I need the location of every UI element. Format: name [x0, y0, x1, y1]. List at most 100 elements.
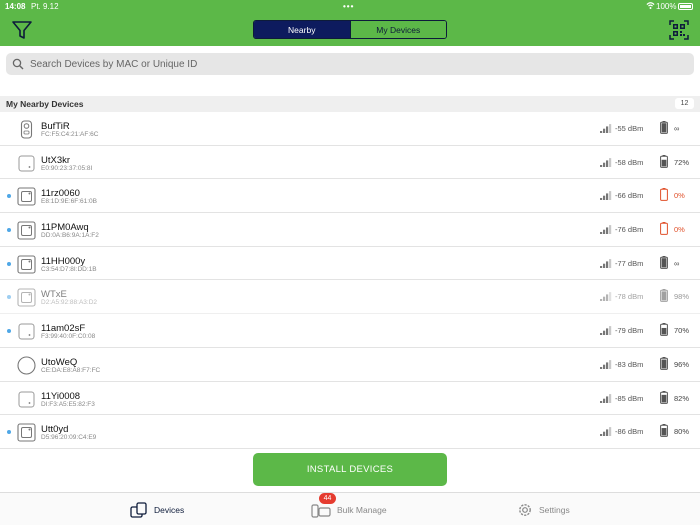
- signal-strength-icon: [600, 191, 612, 201]
- battery-icon: [660, 323, 668, 337]
- bottom-tab-bar: Devices 44 Bulk Manage Settings: [0, 492, 700, 525]
- battery-icon: [660, 222, 668, 235]
- device-mac: DI:F3:A5:E5:82:F3: [41, 400, 95, 408]
- battery-value: 70%: [674, 326, 690, 336]
- tab-nearby[interactable]: Nearby: [254, 21, 350, 38]
- tab-devices[interactable]: Devices: [130, 499, 184, 521]
- square-device-icon: [18, 155, 35, 172]
- unread-dot: [7, 329, 11, 334]
- signal-strength-icon: [600, 393, 612, 403]
- boxed-device-icon: [17, 288, 36, 307]
- battery-icon: [660, 390, 668, 404]
- qr-scan-icon[interactable]: [669, 20, 689, 40]
- device-row[interactable]: 11am02sF F3:99:40:0F:C0:08 -79 dBm 70%: [0, 314, 700, 348]
- tab-bulk-manage[interactable]: 44 Bulk Manage: [311, 493, 387, 521]
- signal-strength-icon: [600, 326, 612, 336]
- signal-strength-icon: [600, 427, 612, 437]
- battery-value: ∞: [674, 124, 680, 133]
- tab-settings-label: Settings: [539, 505, 570, 515]
- unread-dot: [7, 430, 11, 435]
- battery-value: 72%: [674, 157, 690, 167]
- tab-bulk-manage-label: Bulk Manage: [337, 505, 387, 515]
- device-row[interactable]: UtX3kr E0:90:23:37:05:8I -58 dBm 72%: [0, 145, 700, 180]
- app-window: 14:08 Pt. 9.12 ••• 100% Nearby My Device…: [0, 0, 700, 525]
- boxed-device-icon: [17, 255, 36, 274]
- device-mac: C3:54:D7:8I:DD:1B: [41, 265, 97, 273]
- tab-my-devices[interactable]: My Devices: [349, 21, 446, 38]
- signal-strength-icon: [600, 124, 612, 133]
- signal-value: -83 dBm: [615, 359, 644, 369]
- device-count-badge: 12: [675, 98, 694, 109]
- battery-value: 0%: [674, 191, 685, 201]
- battery-icon: [660, 255, 668, 269]
- battery-icon: [660, 424, 668, 438]
- status-battery-icon: [678, 3, 693, 10]
- search-icon: [12, 58, 24, 70]
- boxed-device-icon: [17, 423, 36, 442]
- device-row[interactable]: 11rz0060 E8:1D:9E:6F:61:0B -66 dBm 0%: [0, 179, 700, 214]
- device-row[interactable]: UtoWeQ CE:DA:E8:A8:F7:FC -83 dBm 96%: [0, 347, 700, 382]
- device-row[interactable]: 11HH000y C3:54:D7:8I:DD:1B -77 dBm ∞: [0, 246, 700, 281]
- device-row[interactable]: Utt0yd D5:96:20:09:C4:E9 -86 dBm 80%: [0, 415, 700, 449]
- unread-dot: [7, 295, 11, 300]
- boxed-device-icon: [17, 221, 36, 240]
- signal-value: -86 dBm: [615, 427, 644, 437]
- device-mac: E8:1D:9E:6F:61:0B: [41, 198, 98, 206]
- device-mac: F3:99:40:0F:C0:08: [41, 333, 96, 341]
- filter-icon[interactable]: [11, 19, 33, 41]
- tab-settings[interactable]: Settings: [517, 499, 570, 521]
- unread-dot: [7, 261, 11, 266]
- top-bar: 14:08 Pt. 9.12 ••• 100% Nearby My Device…: [0, 0, 700, 46]
- device-mac: DD:0A:B6:9A:1A:F2: [41, 232, 99, 240]
- signal-value: -58 dBm: [615, 157, 644, 167]
- round-device-icon: [17, 356, 36, 375]
- battery-value: ∞: [674, 258, 680, 268]
- signal-value: -66 dBm: [615, 191, 644, 201]
- cylinder-device-icon: [20, 120, 33, 139]
- battery-icon: [660, 154, 668, 168]
- signal-value: -85 dBm: [615, 393, 644, 403]
- signal-strength-icon: [600, 359, 612, 369]
- device-row[interactable]: 11PM0Awq DD:0A:B6:9A:1A:F2 -76 dBm 0%: [0, 213, 700, 247]
- boxed-device-icon: [17, 187, 36, 206]
- device-list: BufTiR FC:F5:C4:21:AF:6C -55 dBm ∞ UtX3kr E0:…: [0, 112, 700, 449]
- status-bar: 14:08 Pt. 9.12 ••• 100%: [0, 0, 700, 14]
- status-time: 14:08: [5, 2, 26, 11]
- battery-icon: [660, 289, 668, 303]
- signal-value: -76 dBm: [615, 225, 644, 235]
- signal-value: -78 dBm: [615, 292, 644, 302]
- battery-icon: [660, 188, 668, 202]
- battery-value: 82%: [674, 393, 690, 403]
- device-row[interactable]: BufTiR FC:F5:C4:21:AF:6C -55 dBm ∞: [0, 112, 700, 146]
- signal-strength-icon: [600, 292, 612, 302]
- device-mac: E0:90:23:37:05:8I: [41, 164, 93, 172]
- battery-value: 0%: [674, 225, 685, 235]
- battery-value: 80%: [674, 427, 690, 437]
- square-device-icon: [18, 391, 35, 407]
- square-device-icon: [18, 323, 35, 340]
- multitask-dots: •••: [343, 2, 355, 11]
- battery-value: 96%: [674, 359, 690, 369]
- search-input[interactable]: [30, 56, 680, 72]
- device-row[interactable]: 11Yi0008 DI:F3:A5:E5:82:F3 -85 dBm 82%: [0, 381, 700, 416]
- view-segmented-control: Nearby My Devices: [253, 20, 447, 39]
- signal-value: -77 dBm: [615, 258, 644, 268]
- unread-dot: [7, 228, 11, 233]
- section-header: My Nearby Devices 12: [0, 96, 700, 112]
- devices-icon: [130, 502, 147, 518]
- bulk-manage-badge: 44: [319, 493, 336, 504]
- wifi-icon: [646, 2, 655, 10]
- install-devices-button[interactable]: INSTALL DEVICES: [253, 453, 447, 486]
- device-mac: FC:F5:C4:21:AF:6C: [41, 131, 99, 138]
- search-bar: [6, 53, 694, 75]
- unread-dot: [7, 194, 11, 199]
- device-mac: D5:96:20:09:C4:E9: [41, 434, 97, 442]
- tab-devices-label: Devices: [154, 505, 185, 515]
- signal-strength-icon: [600, 157, 612, 167]
- device-row[interactable]: WTxE D2:A5:92:88:A3:D2 -78 dBm 98%: [0, 280, 700, 315]
- status-battery-percent: 100%: [656, 2, 677, 11]
- battery-value: 98%: [674, 292, 690, 302]
- device-mac: CE:DA:E8:A8:F7:FC: [41, 366, 101, 374]
- signal-strength-icon: [600, 258, 612, 268]
- section-title: My Nearby Devices: [6, 99, 84, 109]
